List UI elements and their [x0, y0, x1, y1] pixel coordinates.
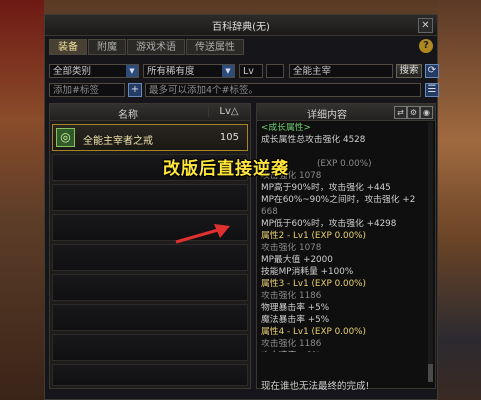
refresh-button[interactable]: ⟳: [425, 64, 439, 78]
detail-header-title: 详细内容: [307, 110, 347, 121]
detail-line: 属性3 - Lv1 (EXP 0.00%): [261, 279, 366, 289]
detail-panel: 详细内容 ⇄ ⚙ ◉ <成长属性> 成长属性总攻击强化 4528 (EXP 0.0…: [256, 103, 436, 392]
tag-menu-button[interactable]: ☰: [425, 83, 439, 97]
list-item-selected[interactable]: ◎ 全能主宰者之戒 105: [52, 124, 248, 151]
list-header-lv[interactable]: Lv△: [208, 106, 249, 117]
detail-scrollbar-thumb[interactable]: [428, 364, 433, 382]
detail-line: 属性4 - Lv1 (EXP 0.00%): [261, 327, 366, 337]
compare-icon[interactable]: ⇄: [394, 106, 407, 119]
detail-line: 魔法暴击率 +5%: [261, 315, 330, 325]
background-right: [437, 0, 481, 400]
detail-line: 攻击强化 1186: [261, 291, 322, 301]
detail-line: MP低于60%时，攻击强化 +4298: [261, 219, 397, 229]
background-left: [0, 0, 44, 400]
exp-value: (EXP 0.00%): [317, 159, 372, 169]
detail-footer-text: 现在谁也无法最终的完成!: [261, 381, 370, 392]
detail-line: MP高于90%时，攻击强化 +445: [261, 183, 391, 193]
settings-icon[interactable]: ⚙: [407, 106, 420, 119]
overlay-caption: 改版后直接逆袭: [163, 159, 289, 179]
results-list-panel: 名称 Lv△ ◎ 全能主宰者之戒 105: [49, 103, 251, 389]
tag-row: 添加#标签 + 最多可以添加4个#标签。 ☰: [49, 83, 439, 99]
detail-line: 技能MP消耗量 +100%: [261, 267, 354, 277]
ring-icon: ◎: [56, 128, 75, 147]
tag-input[interactable]: 添加#标签: [49, 83, 125, 97]
category-value: 全部类别: [53, 66, 92, 77]
detail-line: 物理暴击率 +5%: [261, 303, 330, 313]
list-icon: ☰: [427, 84, 437, 95]
tab-equipment[interactable]: 装备: [49, 39, 87, 55]
item-name: 全能主宰者之戒: [83, 136, 153, 147]
chevron-down-icon: ▼: [222, 65, 234, 77]
tab-bar: 装备 附魔 游戏术语 传送属性: [49, 39, 245, 55]
list-item-empty[interactable]: [52, 334, 248, 361]
level-label: Lv: [243, 66, 254, 77]
arrow-icon: [175, 224, 230, 244]
refresh-icon: ⟳: [427, 65, 437, 76]
detail-line: 攻击强化 1078: [261, 243, 322, 253]
detail-line: 成长属性总攻击强化 4528: [261, 135, 366, 145]
add-tag-button[interactable]: +: [128, 83, 142, 97]
detail-line: MP在60%~90%之间时，攻击强化 +2: [261, 195, 416, 205]
category-select[interactable]: 全部类别 ▼: [49, 64, 139, 78]
tab-transfer-attributes[interactable]: 传送属性: [186, 39, 244, 55]
list-header: 名称 Lv△: [50, 104, 250, 121]
tag-hint: 最多可以添加4个#标签。: [149, 85, 259, 96]
close-icon: ✕: [421, 20, 430, 31]
level-max-input[interactable]: [266, 64, 284, 78]
list-item-empty[interactable]: [52, 274, 248, 301]
window-title: 百科辞典(无): [212, 22, 270, 33]
rarity-select[interactable]: 所有稀有度 ▼: [143, 64, 235, 78]
title-bar[interactable]: 百科辞典(无) ✕: [45, 15, 437, 36]
tab-game-terms[interactable]: 游戏术语: [127, 39, 185, 55]
name-search-input[interactable]: 全能主宰: [289, 64, 393, 78]
detail-line: MP最大值 +2000: [261, 255, 333, 265]
item-level: 105: [219, 132, 239, 143]
tag-list-field[interactable]: 最多可以添加4个#标签。: [145, 83, 421, 97]
detail-line: 攻击强化 1186: [261, 339, 322, 349]
list-item-empty[interactable]: [52, 244, 248, 271]
chevron-down-icon: ▼: [126, 65, 138, 77]
filter-row: 全部类别 ▼ 所有稀有度 ▼ Lv 全能主宰 搜索 ⟳: [49, 64, 439, 80]
list-item-empty[interactable]: [52, 184, 248, 211]
detail-line: <成长属性>: [261, 123, 311, 133]
detail-line: 攻击速度 +8%: [261, 350, 427, 352]
search-button[interactable]: 搜索: [396, 64, 422, 78]
tab-enchant[interactable]: 附魔: [88, 39, 126, 55]
detail-header: 详细内容 ⇄ ⚙ ◉: [257, 104, 435, 121]
plus-icon: +: [130, 84, 140, 95]
help-icon[interactable]: ?: [419, 39, 433, 53]
detail-line: 属性2 - Lv1 (EXP 0.00%): [261, 231, 366, 241]
tag-placeholder: 添加#标签: [53, 85, 99, 96]
list-item-empty[interactable]: [52, 364, 248, 386]
list-item-empty[interactable]: [52, 304, 248, 331]
list-header-name[interactable]: 名称: [50, 106, 206, 121]
detail-scrollbar[interactable]: [428, 122, 433, 382]
close-button[interactable]: ✕: [418, 18, 433, 33]
rarity-value: 所有稀有度: [147, 66, 195, 77]
name-search-value: 全能主宰: [293, 66, 332, 77]
level-min-input[interactable]: Lv: [239, 64, 263, 78]
detail-line: 668: [261, 207, 278, 217]
encyclopedia-window: 百科辞典(无) ✕ 装备 附魔 游戏术语 传送属性 ? 全部类别 ▼ 所有稀有度 ▼ …: [44, 14, 439, 400]
eye-icon[interactable]: ◉: [420, 106, 433, 119]
